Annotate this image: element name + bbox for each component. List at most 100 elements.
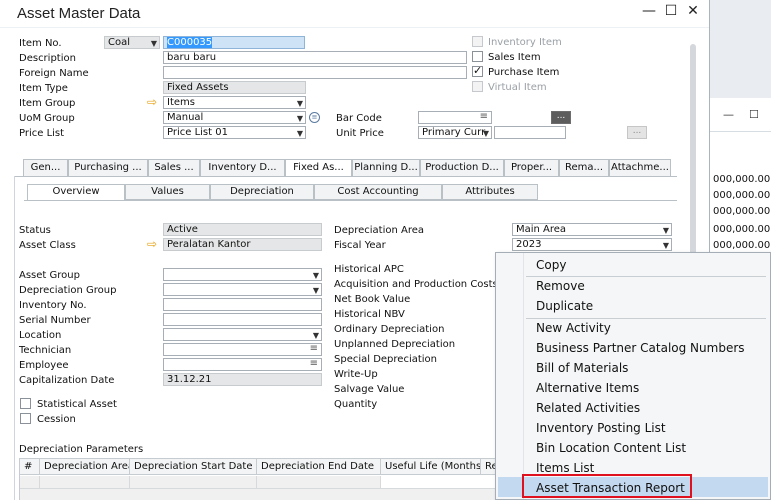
column-header[interactable]: #	[20, 458, 40, 475]
statistical-asset-checkbox[interactable]	[20, 398, 31, 409]
item-group-select[interactable]: Items	[163, 96, 306, 109]
tab-purchasing[interactable]: Purchasing ...	[68, 159, 148, 176]
maximize-icon[interactable]: ☐	[749, 108, 759, 121]
uom-group-select[interactable]: Manual	[163, 111, 306, 124]
menu-item-new-activity[interactable]: New Activity	[536, 321, 611, 335]
unit-price-dots-button[interactable]: ...	[627, 126, 647, 139]
tab-attachments[interactable]: Attachme...	[609, 159, 671, 176]
foreign-name-label: Foreign Name	[19, 68, 89, 79]
tab-inventory[interactable]: Inventory D...	[200, 159, 285, 176]
menu-item-bin-location-content-list[interactable]: Bin Location Content List	[536, 441, 686, 455]
background-value: 000,000.00	[713, 224, 771, 235]
inventory-no-field[interactable]	[163, 298, 322, 311]
depreciation-area-select[interactable]: Main Area	[512, 223, 672, 236]
uom-group-label: UoM Group	[19, 113, 75, 124]
item-group-label: Item Group	[19, 98, 76, 109]
location-select[interactable]	[163, 328, 322, 341]
tab-divider	[14, 176, 677, 177]
subtab-values[interactable]: Values	[125, 184, 210, 200]
column-header[interactable]: Depreciation Start Date	[130, 458, 257, 475]
inventory-no-label: Inventory No.	[19, 300, 87, 311]
title-bar: Asset Master Data — ☐ ✕	[0, 0, 709, 28]
item-type-field: Fixed Assets	[163, 81, 306, 94]
subtab-cost-accounting[interactable]: Cost Accounting	[314, 184, 442, 200]
subtab-attributes[interactable]: Attributes	[442, 184, 538, 200]
serial-number-field[interactable]	[163, 313, 322, 326]
tab-remarks[interactable]: Rema...	[559, 159, 609, 176]
net-book-value-label: Net Book Value	[334, 294, 411, 305]
purchase-item-checkbox[interactable]	[472, 64, 483, 77]
menu-item-duplicate[interactable]: Duplicate	[536, 299, 593, 313]
bar-code-field[interactable]	[418, 111, 492, 124]
price-list-label: Price List	[19, 128, 65, 139]
table-cell[interactable]	[381, 476, 500, 489]
asset-group-select[interactable]	[163, 268, 322, 281]
tab-sales[interactable]: Sales ...	[148, 159, 200, 176]
background-value: 000,000.00	[713, 240, 771, 251]
uom-info-icon[interactable]: ≡	[309, 112, 320, 123]
menu-item-related-activities[interactable]: Related Activities	[536, 401, 640, 415]
menu-item-bill-of-materials[interactable]: Bill of Materials	[536, 361, 628, 375]
subtab-overview[interactable]: Overview	[27, 184, 125, 200]
subtab-divider	[24, 200, 677, 201]
column-header[interactable]: Depreciation End Date	[257, 458, 381, 475]
technician-field[interactable]	[163, 343, 322, 356]
menu-item-copy[interactable]: Copy	[536, 258, 566, 272]
background-window-titlebar: — ☐	[701, 98, 771, 132]
inventory-item-checkbox[interactable]	[472, 36, 483, 47]
asset-class-label: Asset Class	[19, 240, 76, 251]
status-field: Active	[163, 223, 322, 236]
table-row[interactable]	[20, 489, 500, 500]
link-arrow-icon[interactable]: ⇨	[147, 238, 157, 250]
depreciation-group-select[interactable]	[163, 283, 322, 296]
bar-code-label: Bar Code	[336, 113, 382, 124]
asset-group-label: Asset Group	[19, 270, 80, 281]
context-menu: Copy Remove Duplicate New Activity Busin…	[495, 252, 771, 500]
price-list-select[interactable]: Price List 01	[163, 126, 306, 139]
maximize-button[interactable]: ☐	[662, 3, 680, 19]
purchase-item-label: Purchase Item	[488, 67, 560, 78]
employee-label: Employee	[19, 360, 69, 371]
cession-checkbox[interactable]	[20, 413, 31, 424]
acquisition-costs-label: Acquisition and Production Costs	[334, 279, 498, 290]
employee-field[interactable]	[163, 358, 322, 371]
tab-production[interactable]: Production D...	[420, 159, 504, 176]
table-cell[interactable]	[130, 476, 257, 489]
quantity-label: Quantity	[334, 399, 378, 410]
menu-item-alternative-items[interactable]: Alternative Items	[536, 381, 639, 395]
menu-item-inventory-posting-list[interactable]: Inventory Posting List	[536, 421, 666, 435]
minimize-button[interactable]: —	[640, 3, 658, 19]
menu-gutter	[496, 253, 524, 499]
table-cell[interactable]	[257, 476, 381, 489]
foreign-name-field[interactable]	[163, 66, 467, 79]
currency-select[interactable]: Primary Curr	[418, 126, 492, 139]
close-button[interactable]: ✕	[684, 3, 702, 19]
sales-item-checkbox[interactable]	[472, 51, 483, 62]
menu-item-remove[interactable]: Remove	[536, 279, 585, 293]
table-row[interactable]	[20, 476, 40, 489]
subtab-depreciation[interactable]: Depreciation	[210, 184, 314, 200]
tab-general[interactable]: Gen...	[23, 159, 68, 176]
fiscal-year-select[interactable]: 2023	[512, 238, 672, 251]
description-field[interactable]: baru baru	[163, 51, 467, 64]
window-title: Asset Master Data	[17, 5, 141, 22]
unit-price-field[interactable]	[494, 126, 566, 139]
tab-planning[interactable]: Planning D...	[352, 159, 420, 176]
asset-class-field: Peralatan Kantor	[163, 238, 322, 251]
virtual-item-checkbox[interactable]	[472, 81, 483, 92]
table-cell[interactable]	[40, 476, 130, 489]
item-no-series-select[interactable]: Coal	[104, 36, 160, 49]
menu-item-items-list[interactable]: Items List	[536, 461, 594, 475]
location-label: Location	[19, 330, 62, 341]
bar-code-dots-button[interactable]: ...	[551, 111, 571, 124]
tab-properties[interactable]: Proper...	[504, 159, 559, 176]
column-header[interactable]: Depreciation Area	[40, 458, 130, 475]
item-no-field[interactable]: C000035	[163, 36, 305, 49]
minimize-icon[interactable]: —	[723, 108, 734, 121]
status-label: Status	[19, 225, 51, 236]
menu-item-bp-catalog-numbers[interactable]: Business Partner Catalog Numbers	[536, 341, 745, 355]
link-arrow-icon[interactable]: ⇨	[147, 96, 157, 108]
tab-fixed-assets[interactable]: Fixed As...	[285, 159, 352, 177]
depreciation-parameters-table: # Depreciation Area Depreciation Start D…	[19, 458, 500, 500]
column-header[interactable]: Useful Life (Months)	[381, 458, 481, 475]
